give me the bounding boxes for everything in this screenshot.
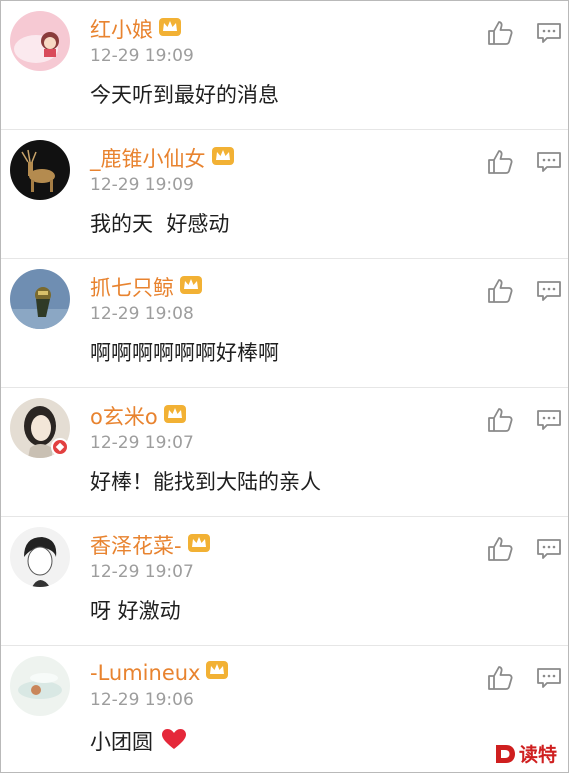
thumbs-up-icon: [488, 408, 513, 432]
like-button[interactable]: [486, 148, 514, 176]
username-text[interactable]: _鹿锥小仙女: [90, 143, 206, 173]
timestamp: 12-29 19:06: [90, 690, 194, 710]
crown-icon: [158, 16, 182, 43]
username[interactable]: 香泽花菜-: [90, 530, 211, 560]
comment-text: 今天听到最好的消息: [90, 79, 279, 109]
crown-icon: [163, 403, 187, 430]
thumbs-up-icon: [488, 666, 513, 690]
comment-icon: [537, 410, 561, 430]
comment-text-content: 好棒！能找到大陆的亲人: [90, 470, 321, 494]
watermark-logo-icon: [496, 744, 515, 763]
reply-button[interactable]: [536, 666, 562, 690]
timestamp: 12-29 19:08: [90, 304, 194, 324]
like-button[interactable]: [486, 664, 514, 692]
reply-button[interactable]: [536, 21, 562, 45]
comment-list: 红小娘 12-29 19:09 今天听到最好的消息 _鹿锥小仙女 12-29 1…: [0, 0, 569, 773]
username-text[interactable]: 香泽花菜-: [90, 530, 182, 560]
reply-button[interactable]: [536, 537, 562, 561]
comment-text: 呀 好激动: [90, 595, 181, 625]
comment-item: -Lumineux 12-29 19:06 小团圆: [1, 646, 568, 772]
comment-item: 红小娘 12-29 19:09 今天听到最好的消息: [1, 1, 568, 130]
thumbs-up-icon: [488, 537, 513, 561]
comment-text-content: 啊啊啊啊啊啊好棒啊: [90, 341, 279, 365]
comment-text: 我的天 好感动: [90, 208, 229, 238]
comment-item: 香泽花菜- 12-29 19:07 呀 好激动: [1, 517, 568, 646]
crown-icon: [187, 532, 211, 559]
comment-item: 抓七只鲸 12-29 19:08 啊啊啊啊啊啊好棒啊: [1, 259, 568, 388]
timestamp: 12-29 19:07: [90, 433, 194, 453]
avatar[interactable]: [10, 656, 70, 716]
username[interactable]: 红小娘: [90, 14, 182, 44]
like-button[interactable]: [486, 535, 514, 563]
like-button[interactable]: [486, 277, 514, 305]
reply-button[interactable]: [536, 150, 562, 174]
thumbs-up-icon: [488, 150, 513, 174]
timestamp: 12-29 19:09: [90, 46, 194, 66]
like-button[interactable]: [486, 406, 514, 434]
cartoon-girl-avatar-icon: [10, 11, 70, 71]
deer-avatar-icon: [10, 140, 70, 200]
timestamp: 12-29 19:09: [90, 175, 194, 195]
avatar[interactable]: [10, 269, 70, 329]
crown-icon: [205, 659, 229, 686]
comment-icon: [537, 668, 561, 688]
verified-badge-icon: [51, 438, 69, 456]
light-avatar-icon: [10, 656, 70, 716]
comment-text-content: 小团圆: [90, 730, 153, 754]
comment-text-content: 今天听到最好的消息: [90, 83, 279, 107]
avatar[interactable]: [10, 140, 70, 200]
username-text[interactable]: o玄米o: [90, 401, 158, 431]
username[interactable]: o玄米o: [90, 401, 187, 431]
comment-icon: [537, 281, 561, 301]
comment-text-content: 呀 好激动: [90, 599, 181, 623]
heart-icon: [161, 728, 187, 755]
avatar[interactable]: [10, 11, 70, 71]
username[interactable]: _鹿锥小仙女: [90, 143, 235, 173]
comment-text: 好棒！能找到大陆的亲人: [90, 466, 321, 496]
thumbs-up-icon: [488, 279, 513, 303]
comment-text: 小团圆: [90, 726, 187, 756]
username[interactable]: 抓七只鲸: [90, 272, 203, 302]
crown-icon: [211, 145, 235, 172]
sketch-boy-avatar-icon: [10, 527, 70, 587]
username[interactable]: -Lumineux: [90, 659, 229, 686]
reply-button[interactable]: [536, 279, 562, 303]
comment-icon: [537, 539, 561, 559]
username-text[interactable]: 红小娘: [90, 14, 153, 44]
comment-icon: [537, 152, 561, 172]
crown-icon: [179, 274, 203, 301]
reply-button[interactable]: [536, 408, 562, 432]
username-text[interactable]: -Lumineux: [90, 661, 200, 685]
username-text[interactable]: 抓七只鲸: [90, 272, 174, 302]
comment-icon: [537, 23, 561, 43]
comment-text: 啊啊啊啊啊啊好棒啊: [90, 337, 279, 367]
figure-avatar-icon: [10, 269, 70, 329]
comment-text-content: 我的天 好感动: [90, 212, 230, 236]
thumbs-up-icon: [488, 21, 513, 45]
watermark-text: 读特: [519, 744, 558, 766]
timestamp: 12-29 19:07: [90, 562, 194, 582]
like-button[interactable]: [486, 19, 514, 47]
comment-item: o玄米o 12-29 19:07 好棒！能找到大陆的亲人: [1, 388, 568, 517]
comment-item: _鹿锥小仙女 12-29 19:09 我的天 好感动: [1, 130, 568, 259]
watermark: 读特: [493, 740, 557, 767]
avatar[interactable]: [10, 527, 70, 587]
